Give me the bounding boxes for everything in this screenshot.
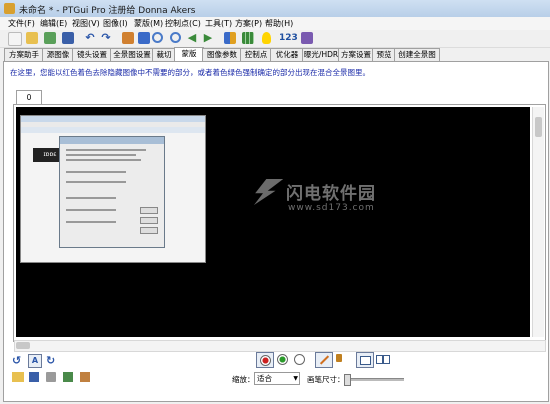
watermark-logo-icon	[249, 179, 283, 205]
window-title: 未命名 * - PTGui Pro 注册给 Donna Akers	[19, 6, 196, 16]
tab-lens-settings[interactable]: 镜头设置	[72, 48, 112, 61]
tab-strip: 方案助手 源图像 镜头设置 全景图设置 裁切 蒙版 图像参数 控制点 优化器 曝…	[0, 47, 550, 62]
panorama-editor-icon[interactable]	[224, 32, 236, 44]
watermark-name: 闪电软件园	[286, 184, 376, 204]
preview-dialog-button	[140, 217, 158, 224]
arrow-left-icon[interactable]: ◀	[186, 32, 198, 44]
new-icon[interactable]	[8, 32, 22, 46]
zoom-in-icon[interactable]	[152, 32, 163, 43]
tab-crop[interactable]: 裁切	[152, 48, 176, 61]
save-icon[interactable]	[62, 32, 74, 44]
menu-bar: 文件(F) 编辑(E) 视图(V) 图像(I) 蒙版(M) 控制点(C) 工具(…	[0, 17, 550, 30]
rotate-left-icon[interactable]: ↺	[12, 354, 21, 367]
preview-dialog-titlebar	[60, 137, 164, 144]
redo-icon[interactable]: ↷	[100, 32, 112, 44]
pen-icon	[319, 355, 330, 365]
preview-line	[66, 221, 116, 223]
preview-line	[66, 181, 126, 183]
zoom-out-icon[interactable]	[170, 32, 181, 43]
menu-project[interactable]: 方案(P)	[235, 18, 262, 29]
zoom-select[interactable]: 适合 ▼	[254, 372, 300, 385]
preview-toolbar	[21, 127, 205, 133]
tab-control-points[interactable]: 控制点	[240, 48, 272, 61]
app-icon	[4, 3, 15, 14]
green-brush-icon[interactable]	[277, 354, 288, 365]
mask-panel: 在这里，您能以红色着色去除隐藏图像中不需要的部分，或者着色绿色强制确定的部分出现…	[3, 61, 549, 402]
numbering-icon[interactable]: 123	[279, 32, 298, 44]
tab-source-images[interactable]: 源图像	[42, 48, 74, 61]
book-icon[interactable]	[301, 32, 313, 44]
horizontal-scrollbar[interactable]	[14, 340, 546, 352]
preview-line	[66, 171, 126, 173]
watermark-url: www.sd173.com	[288, 203, 375, 213]
vertical-scrollbar[interactable]	[532, 107, 544, 337]
menu-mask[interactable]: 蒙版(M)	[134, 18, 163, 29]
horizontal-scroll-thumb[interactable]	[16, 342, 30, 349]
tab-preview[interactable]: 预览	[372, 48, 396, 61]
preview-line	[66, 159, 141, 161]
auto-mask-icon[interactable]: A	[28, 354, 42, 368]
preview-line	[66, 154, 136, 156]
tab-project-settings[interactable]: 方案设置	[338, 48, 374, 61]
red-circle-icon	[260, 355, 271, 366]
single-view-icon	[360, 356, 371, 365]
fill-icon-shape	[336, 354, 342, 362]
brush-size-slider[interactable]	[344, 374, 404, 386]
tool-icon[interactable]	[122, 32, 134, 44]
mask-canvas[interactable]: ɪɒɒɛ 闪电软件园 www.sd173.com	[16, 107, 530, 337]
rotate-right-icon[interactable]: ↻	[46, 354, 55, 367]
menu-tools[interactable]: 工具(T)	[205, 18, 232, 29]
red-brush-toggle[interactable]	[256, 352, 274, 368]
tab-panorama-settings[interactable]: 全景图设置	[110, 48, 154, 61]
menu-control-points[interactable]: 控制点(C)	[165, 18, 201, 29]
preview-dialog-button	[140, 207, 158, 214]
zoom-select-value: 适合	[257, 374, 272, 383]
tab-project-assistant[interactable]: 方案助手	[4, 48, 44, 61]
menu-help[interactable]: 帮助(H)	[265, 18, 293, 29]
open-folder-icon[interactable]	[26, 32, 38, 44]
folder-icon[interactable]	[12, 372, 24, 382]
tab-image-parameters[interactable]: 图像参数	[202, 48, 242, 61]
split-view-left-icon[interactable]	[376, 355, 383, 364]
tab-mask[interactable]: 蒙版	[174, 47, 204, 62]
menu-image[interactable]: 图像(I)	[103, 18, 128, 29]
brush-size-slider-thumb[interactable]	[344, 374, 351, 386]
tab-exposure-hdr[interactable]: 曝光/HDR	[302, 48, 340, 61]
preview-dialog	[59, 136, 165, 248]
fill-tool-icon[interactable]	[334, 353, 346, 365]
brush-size-label: 画笔尺寸：	[307, 375, 345, 384]
chevron-down-icon: ▼	[293, 375, 298, 382]
preview-line	[66, 197, 116, 199]
menu-view[interactable]: 视图(V)	[72, 18, 100, 29]
mask-hint-text: 在这里，您能以红色着色去除隐藏图像中不需要的部分，或者着色绿色强制确定的部分出现…	[10, 68, 370, 77]
preview-dialog-button	[140, 227, 158, 234]
zoom-label: 缩放：	[232, 375, 255, 384]
lightbulb-icon[interactable]	[262, 32, 271, 44]
source-image-preview: ɪɒɒɛ	[20, 115, 206, 263]
save-icon[interactable]	[29, 372, 39, 382]
copy-icon[interactable]	[63, 372, 73, 382]
split-view-right-icon[interactable]	[383, 355, 390, 364]
title-bar: 未命名 * - PTGui Pro 注册给 Donna Akers	[0, 0, 550, 18]
pen-tool-toggle[interactable]	[315, 352, 333, 368]
add-images-icon[interactable]	[44, 32, 56, 44]
undo-icon[interactable]: ↶	[84, 32, 96, 44]
preview-line	[66, 209, 116, 211]
preview-line	[66, 149, 146, 151]
mask-canvas-frame: ɪɒɒɛ 闪电软件园 www.sd173.com	[13, 104, 546, 342]
control-point-icon[interactable]	[138, 32, 150, 44]
arrow-right-icon[interactable]: ▶	[202, 32, 214, 44]
eraser-brush-icon[interactable]	[294, 354, 305, 365]
menu-file[interactable]: 文件(F)	[8, 18, 35, 29]
tab-create-panorama[interactable]: 创建全景图	[394, 48, 440, 61]
vertical-scroll-thumb[interactable]	[535, 117, 542, 137]
toolbar: ↶ ↷ ◀ ▶ 123	[0, 30, 550, 48]
tab-optimizer[interactable]: 优化器	[270, 48, 304, 61]
single-view-toggle[interactable]	[356, 352, 374, 368]
menu-edit[interactable]: 编辑(E)	[40, 18, 67, 29]
delete-icon[interactable]	[46, 372, 56, 382]
image-tab-0[interactable]: 0	[16, 90, 42, 105]
table-icon[interactable]	[242, 32, 254, 44]
paste-icon[interactable]	[80, 372, 90, 382]
